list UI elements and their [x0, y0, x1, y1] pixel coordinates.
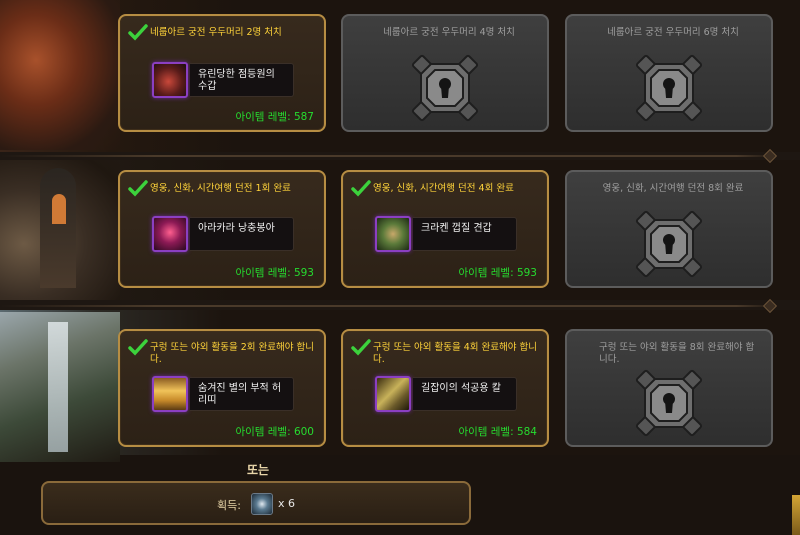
row-divider: [0, 155, 775, 157]
reward-slot-raid-1[interactable]: 네룹아르 궁전 우두머리 2명 처치 유린당한 점등원의 수갑 아이템 레벨: …: [118, 14, 326, 132]
reward-slot-raid-2[interactable]: 네룹아르 궁전 우두머리 4명 처치: [341, 14, 549, 132]
item-level: 아이템 레벨: 593: [458, 267, 537, 279]
slot-requirement: 구렁 또는 야외 활동을 4회 완료해야 합니다.: [373, 342, 538, 365]
slot-requirement: 네룹아르 궁전 우두머리 4명 처치: [383, 27, 515, 38]
item-name[interactable]: 아라카라 낭충봉아: [190, 217, 294, 251]
checkmark-icon: [128, 180, 148, 197]
reward-slot-dungeon-3[interactable]: 영웅, 신화, 시간여행 던전 8회 완료: [565, 170, 773, 288]
slot-requirement: 네룹아르 궁전 우두머리 6명 처치: [607, 27, 739, 38]
reward-slot-world-1[interactable]: 구렁 또는 야외 활동을 2회 완료해야 합니다. 숨겨진 별의 부적 허리띠 …: [118, 329, 326, 447]
item-name[interactable]: 길잡이의 석공용 칼: [413, 377, 517, 411]
lock-icon: [635, 210, 703, 278]
slot-requirement: 영웅, 신화, 시간여행 던전 4회 완료: [373, 183, 514, 194]
slot-requirement: 구렁 또는 야외 활동을 8회 완료해야 합니다.: [599, 342, 755, 365]
slot-requirement: 영웅, 신화, 시간여행 던전 1회 완료: [150, 183, 291, 194]
belt-icon[interactable]: [152, 376, 188, 412]
frame-ornament: [792, 495, 800, 535]
checkmark-icon: [351, 339, 371, 356]
reward-slot-dungeon-1[interactable]: 영웅, 신화, 시간여행 던전 1회 완료 아라카라 낭충봉아 아이템 레벨: …: [118, 170, 326, 288]
or-label: 또는: [246, 463, 270, 477]
world-art: [0, 312, 120, 462]
dagger-icon[interactable]: [375, 376, 411, 412]
slot-requirement: 네룹아르 궁전 우두머리 2명 처치: [150, 27, 282, 38]
item-name[interactable]: 크라켄 껍질 견갑: [413, 217, 517, 251]
reward-slot-world-3[interactable]: 구렁 또는 야외 활동을 8회 완료해야 합니다.: [565, 329, 773, 447]
slot-requirement: 구렁 또는 야외 활동을 2회 완료해야 합니다.: [150, 342, 315, 365]
currency-count: x 6: [278, 497, 296, 510]
shoulders-icon[interactable]: [375, 216, 411, 252]
row-divider: [0, 305, 775, 307]
item-name[interactable]: 숨겨진 별의 부적 허리띠: [190, 377, 294, 411]
currency-label: 획득:: [217, 499, 241, 512]
item-level: 아이템 레벨: 587: [235, 111, 314, 123]
raid-art: [0, 0, 120, 150]
reward-slot-world-2[interactable]: 구렁 또는 야외 활동을 4회 완료해야 합니다. 길잡이의 석공용 칼 아이템…: [341, 329, 549, 447]
checkmark-icon: [351, 180, 371, 197]
checkmark-icon: [128, 24, 148, 41]
lock-icon: [635, 54, 703, 122]
slot-requirement: 영웅, 신화, 시간여행 던전 8회 완료: [602, 183, 744, 194]
gauntlet-icon[interactable]: [152, 62, 188, 98]
dungeon-art: [0, 160, 120, 300]
item-level: 아이템 레벨: 593: [235, 267, 314, 279]
reward-slot-dungeon-2[interactable]: 영웅, 신화, 시간여행 던전 4회 완료 크라켄 껍질 견갑 아이템 레벨: …: [341, 170, 549, 288]
currency-reward[interactable]: 획득: x 6: [41, 481, 471, 525]
lock-icon: [635, 369, 703, 437]
lock-icon: [411, 54, 479, 122]
item-level: 아이템 레벨: 584: [458, 426, 537, 438]
reward-slot-raid-3[interactable]: 네룹아르 궁전 우두머리 6명 처치: [565, 14, 773, 132]
item-level: 아이템 레벨: 600: [235, 426, 314, 438]
item-name[interactable]: 유린당한 점등원의 수갑: [190, 63, 294, 97]
resonance-crystal-icon[interactable]: [251, 493, 273, 515]
cloak-icon[interactable]: [152, 216, 188, 252]
checkmark-icon: [128, 339, 148, 356]
